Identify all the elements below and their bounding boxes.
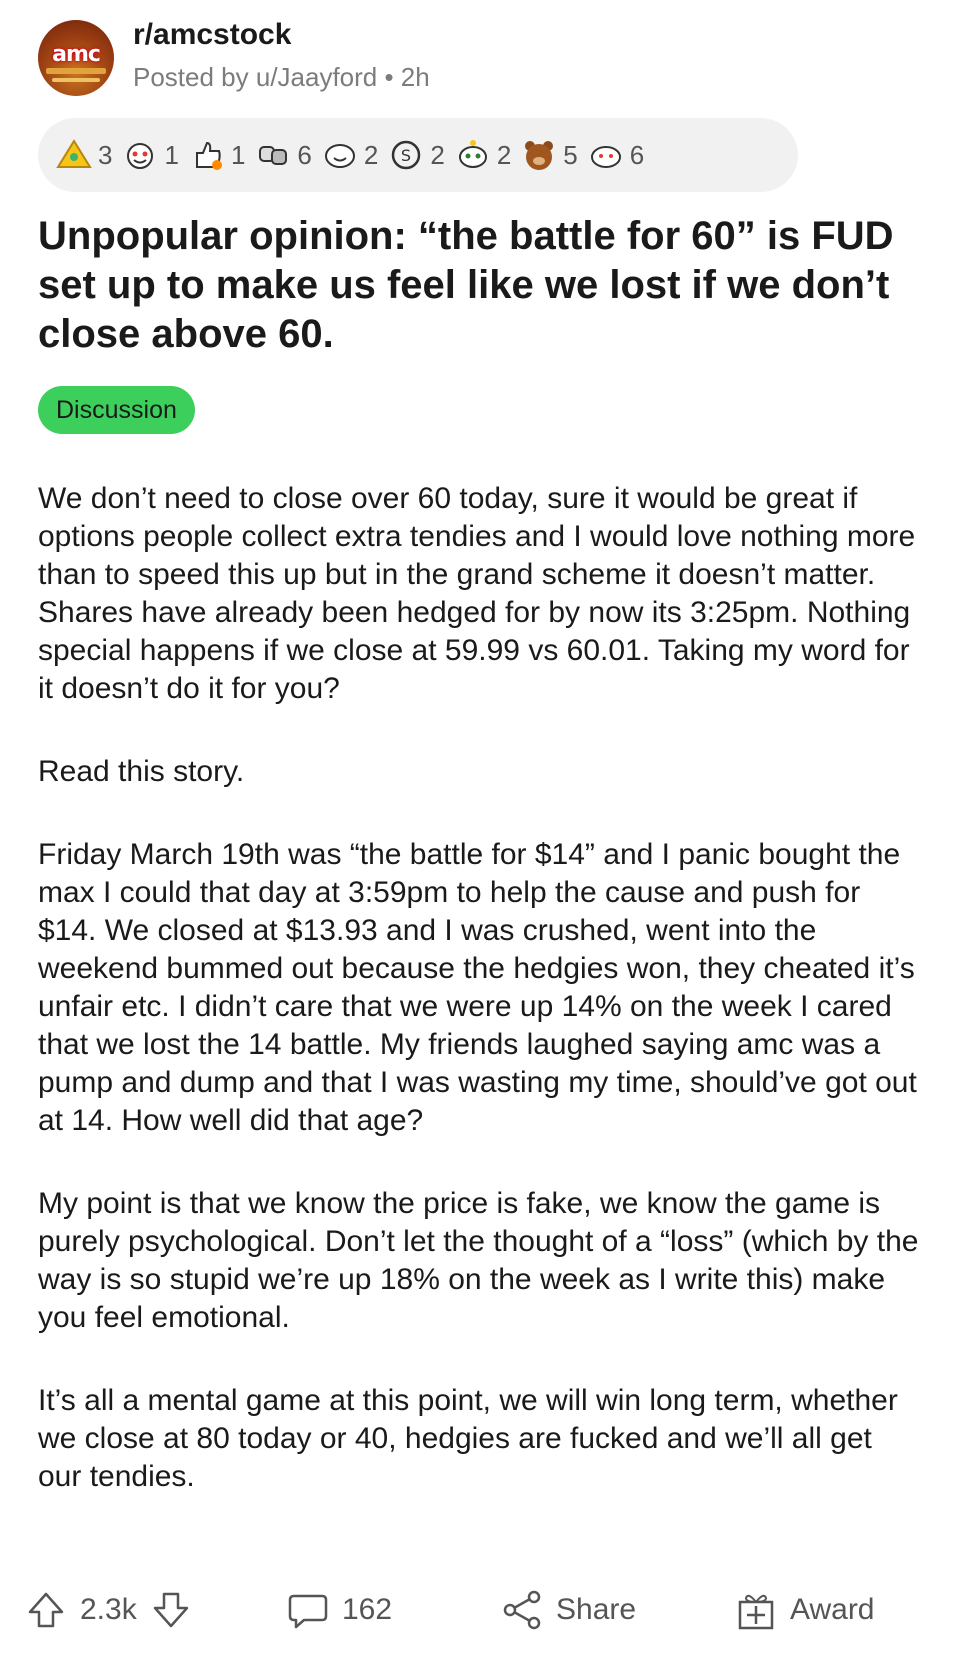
award-item[interactable]: 2: [455, 137, 511, 173]
share-icon: [503, 1590, 541, 1630]
post-body: We don’t need to close over 60 today, su…: [38, 480, 923, 1541]
award-item[interactable]: 6: [588, 137, 644, 173]
award-item[interactable]: 6: [255, 137, 312, 173]
subreddit-name[interactable]: r/amcstock: [133, 18, 291, 52]
award-item[interactable]: 2: [322, 137, 378, 173]
body-paragraph: It’s all a mental game at this point, we…: [38, 1384, 898, 1493]
ternion-award-icon: [56, 139, 92, 168]
post-action-bar: 2.3k 162 Share Award: [0, 1580, 971, 1640]
comments-button[interactable]: 162: [286, 1580, 392, 1640]
award-item[interactable]: 3: [56, 137, 112, 173]
post-header: amc r/amcstock Posted by u/Jaayford • 2h: [38, 18, 918, 98]
award-button[interactable]: Award: [734, 1580, 875, 1640]
award-item[interactable]: S 2: [388, 137, 445, 173]
vote-count: 2.3k: [80, 1593, 137, 1626]
post-title[interactable]: Unpopular opinion: “the battle for 60” i…: [38, 212, 918, 359]
award-label: Award: [790, 1593, 875, 1626]
share-label: Share: [556, 1593, 637, 1626]
wholesome-award-icon: [127, 143, 154, 169]
award-item[interactable]: 1: [122, 137, 179, 173]
downvote-icon[interactable]: [149, 1588, 193, 1632]
gift-icon: [738, 1594, 774, 1630]
awards-bar[interactable]: 3 1 1 6 2 S 2 2 5 6: [38, 118, 798, 192]
award-item[interactable]: 5: [521, 137, 578, 173]
flair-badge[interactable]: Discussion: [38, 386, 195, 434]
award-item[interactable]: 1: [189, 137, 245, 173]
snoo-award-icon: [458, 140, 487, 168]
body-paragraph: My point is that we know the price is fa…: [38, 1187, 919, 1334]
helpful-award-icon: [590, 146, 621, 168]
body-paragraph: We don’t need to close over 60 today, su…: [38, 482, 916, 705]
post-meta[interactable]: Posted by u/Jaayford • 2h: [133, 62, 430, 93]
comment-count: 162: [342, 1593, 393, 1626]
amc-logo: amc: [52, 42, 101, 67]
bear-award-icon: [525, 141, 554, 170]
body-paragraph: Friday March 19th was “the battle for $1…: [38, 838, 917, 1137]
upvote-icon[interactable]: [24, 1588, 68, 1632]
body-paragraph: Read this story.: [38, 755, 245, 788]
silver-coin-award-icon: S: [392, 140, 421, 170]
comment-bubble-icon: [288, 1594, 328, 1629]
fist-bump-award-icon: [259, 146, 288, 165]
rocket-like-award-icon: [195, 141, 222, 170]
svg-text:S: S: [401, 146, 411, 165]
subreddit-avatar[interactable]: amc: [38, 20, 114, 96]
smile-award-icon: [324, 144, 355, 168]
vote-group: 2.3k: [24, 1580, 193, 1640]
share-button[interactable]: Share: [500, 1580, 636, 1640]
